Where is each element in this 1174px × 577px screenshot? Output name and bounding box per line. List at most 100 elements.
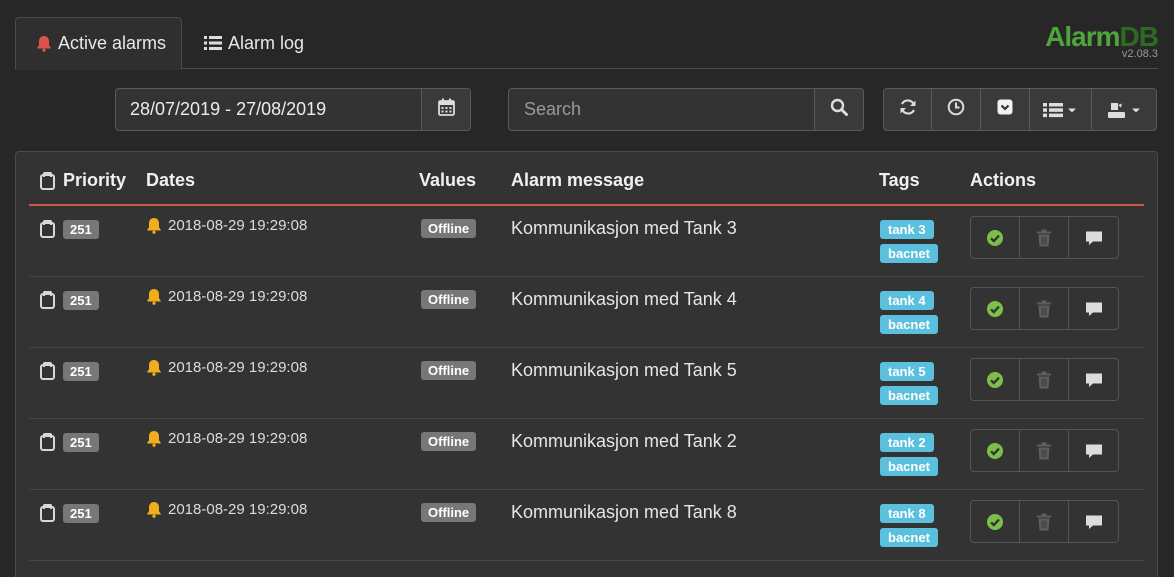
refresh-button[interactable] — [884, 89, 932, 130]
bell-icon — [146, 217, 162, 234]
tab-active-alarms-label: Active alarms — [58, 33, 167, 53]
bell-icon — [146, 501, 162, 518]
header-values[interactable]: Values — [419, 170, 476, 191]
export-icon — [1107, 101, 1142, 119]
row-actions — [970, 216, 1119, 259]
priority-cell: 251 — [40, 290, 99, 310]
trash-icon — [1036, 229, 1052, 247]
tag-badge[interactable]: tank 8 — [880, 504, 934, 523]
row-actions — [970, 500, 1119, 543]
comment-button[interactable] — [1069, 359, 1118, 400]
date-cell: 2018-08-29 19:29:08 — [146, 359, 307, 376]
trash-icon — [1036, 513, 1052, 531]
trash-icon — [1036, 371, 1052, 389]
delete-button[interactable] — [1020, 501, 1069, 542]
check-circle-icon — [986, 300, 1004, 318]
comment-button[interactable] — [1069, 501, 1118, 542]
trash-icon — [1036, 442, 1052, 460]
value-badge: Offline — [421, 432, 477, 451]
acknowledge-button[interactable] — [971, 501, 1020, 542]
date-range-picker[interactable]: 28/07/2019 - 27/08/2019 — [115, 88, 471, 131]
priority-badge: 251 — [63, 362, 99, 381]
table-row: 251 2018-08-29 19:29:08 Offline Kommunikasj… — [29, 419, 1144, 490]
priority-cell: 251 — [40, 432, 99, 452]
table-row: 251 2018-08-29 19:29:08 Offline Kommunikasj… — [29, 277, 1144, 348]
header-alarm-message[interactable]: Alarm message — [511, 170, 644, 191]
alarm-date: 2018-08-29 19:29:08 — [168, 217, 308, 234]
check-circle-icon — [986, 229, 1004, 247]
tags-cell: tank 5 bacnet — [880, 362, 938, 410]
tag-badge[interactable]: tank 3 — [880, 220, 934, 239]
header-dates[interactable]: Dates — [146, 170, 195, 191]
priority-badge: 251 — [63, 220, 99, 239]
calendar-button[interactable] — [421, 89, 470, 130]
row-actions — [970, 429, 1119, 472]
export-dropdown-button[interactable] — [1092, 89, 1156, 130]
comment-icon — [1085, 443, 1103, 459]
tag-badge[interactable]: bacnet — [880, 528, 938, 547]
alarm-message: Kommunikasjon med Tank 5 — [511, 360, 737, 380]
acknowledge-button[interactable] — [971, 430, 1020, 471]
bell-icon — [36, 35, 52, 52]
list-icon — [1043, 102, 1078, 118]
tab-alarm-log-label: Alarm log — [228, 32, 305, 53]
row-checkbox[interactable] — [40, 432, 55, 451]
clock-icon — [947, 98, 965, 121]
tag-badge[interactable]: tank 4 — [880, 291, 934, 310]
row-checkbox[interactable] — [40, 290, 55, 309]
comment-button[interactable] — [1069, 217, 1118, 258]
tag-badge[interactable]: bacnet — [880, 386, 938, 405]
delete-button[interactable] — [1020, 430, 1069, 471]
tag-badge[interactable]: bacnet — [880, 244, 938, 263]
search-button[interactable] — [814, 89, 863, 130]
value-cell: Offline — [421, 432, 477, 451]
refresh-icon — [899, 98, 917, 121]
bell-icon — [146, 288, 162, 305]
search-input[interactable] — [509, 89, 814, 130]
toolbar-button-group — [883, 88, 1157, 131]
tag-badge[interactable]: bacnet — [880, 315, 938, 334]
acknowledge-button[interactable] — [971, 359, 1020, 400]
value-badge: Offline — [421, 219, 477, 238]
select-all-checkbox[interactable] — [40, 171, 55, 190]
acknowledge-button[interactable] — [971, 288, 1020, 329]
alarm-message: Kommunikasjon med Tank 4 — [511, 289, 737, 309]
calendar-icon — [437, 98, 455, 121]
date-range-value[interactable]: 28/07/2019 - 27/08/2019 — [116, 89, 421, 130]
delete-button[interactable] — [1020, 217, 1069, 258]
brand-name-alarm: Alarm — [1045, 21, 1120, 52]
tab-alarm-log[interactable]: Alarm log — [204, 17, 304, 69]
tag-badge[interactable]: tank 2 — [880, 433, 934, 452]
tag-badge[interactable]: tank 5 — [880, 362, 934, 381]
bell-icon — [146, 430, 162, 447]
comment-icon — [1085, 372, 1103, 388]
priority-badge: 251 — [63, 504, 99, 523]
priority-cell: 251 — [40, 503, 99, 523]
table-row: 251 2018-08-29 19:29:08 Offline Kommunikasj… — [29, 206, 1144, 277]
archive-button[interactable] — [981, 89, 1030, 130]
tab-bar: Active alarms Alarm log — [15, 17, 1158, 70]
bell-icon — [146, 359, 162, 376]
comment-button[interactable] — [1069, 430, 1118, 471]
acknowledge-button[interactable] — [971, 217, 1020, 258]
header-priority[interactable]: Priority — [40, 170, 126, 191]
tab-active-alarms[interactable]: Active alarms — [15, 17, 182, 70]
alarms-table-panel: Priority Dates Values Alarm message Tags… — [15, 151, 1158, 577]
date-cell: 2018-08-29 19:29:08 — [146, 501, 307, 518]
history-button[interactable] — [932, 89, 981, 130]
row-checkbox[interactable] — [40, 219, 55, 238]
value-badge: Offline — [421, 290, 477, 309]
priority-cell: 251 — [40, 219, 99, 239]
trash-icon — [1036, 300, 1052, 318]
tags-cell: tank 2 bacnet — [880, 433, 938, 481]
header-tags[interactable]: Tags — [879, 170, 920, 191]
delete-button[interactable] — [1020, 288, 1069, 329]
comment-button[interactable] — [1069, 288, 1118, 329]
row-checkbox[interactable] — [40, 503, 55, 522]
row-checkbox[interactable] — [40, 361, 55, 380]
brand-logo: AlarmDB v2.08.3 — [1045, 21, 1159, 61]
delete-button[interactable] — [1020, 359, 1069, 400]
columns-dropdown-button[interactable] — [1030, 89, 1092, 130]
search-box — [508, 88, 864, 131]
tag-badge[interactable]: bacnet — [880, 457, 938, 476]
